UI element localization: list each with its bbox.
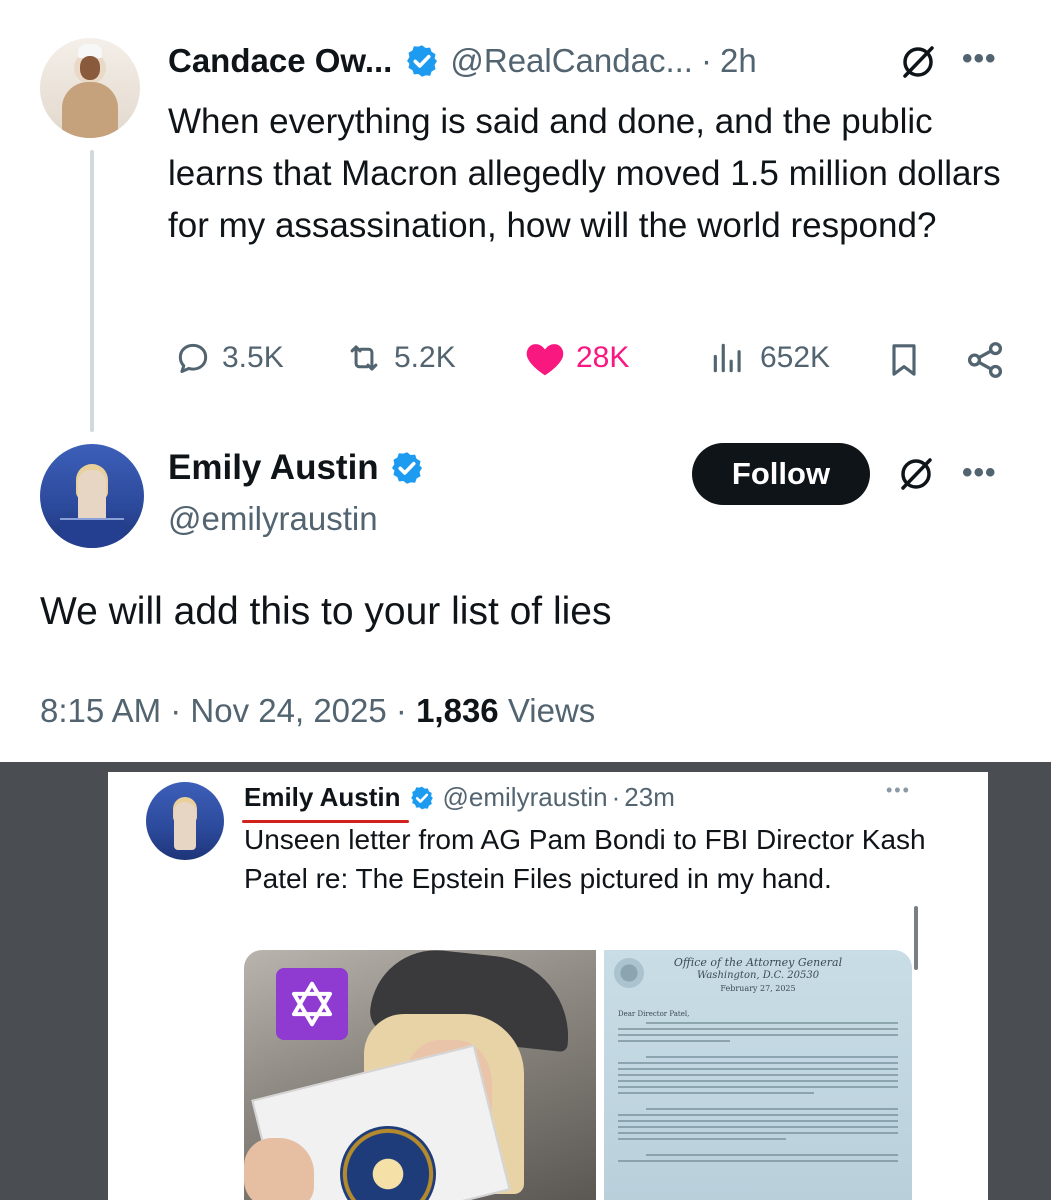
views-button[interactable]: 652K: [706, 336, 830, 380]
more-icon[interactable]: •••: [962, 456, 997, 490]
grok-icon[interactable]: [898, 42, 938, 82]
reply-count: 3.5K: [222, 341, 284, 374]
views-label: Views: [507, 692, 596, 729]
parent-tweet-text: When everything is said and done, and th…: [168, 102, 1001, 245]
follow-button[interactable]: Follow: [692, 443, 870, 505]
reply-icon: [178, 343, 208, 373]
views-count: 652K: [760, 341, 831, 374]
main-author-name-row: Emily Austin: [168, 448, 435, 488]
parent-author-name[interactable]: Candace Ow...: [168, 42, 392, 80]
embedded-scrollbar: [914, 906, 918, 970]
letter-date: February 27, 2025: [720, 984, 796, 993]
tweet-time[interactable]: 8:15 AM: [40, 692, 161, 729]
repost-count: 5.2K: [394, 341, 456, 374]
more-icon: •••: [886, 780, 911, 800]
letter-salutation: Dear Director Patel,: [618, 1010, 690, 1018]
meta-separator: ·: [170, 692, 182, 729]
parent-tweet-actions: 3.5K 5.2K 28K 652K: [168, 336, 1008, 380]
avatar-face: [80, 56, 100, 80]
parent-author-handle[interactable]: @RealCandac...: [450, 42, 693, 80]
star-of-david-icon: [291, 981, 333, 1027]
embedded-letter-image: Office of the Attorney General Washingto…: [604, 950, 912, 1200]
embedded-author-handle: @emilyraustin: [442, 782, 608, 812]
like-count: 28K: [576, 341, 630, 374]
repost-icon: [350, 345, 378, 371]
more-icon[interactable]: •••: [962, 42, 997, 76]
parent-tweet-header: Candace Ow... @RealCandac... · 2h: [168, 40, 757, 82]
bookmark-icon[interactable]: [884, 338, 924, 382]
thread-connector-line: [90, 150, 94, 432]
views-count-total: 1,836: [416, 692, 499, 729]
like-button[interactable]: 28K: [524, 336, 629, 380]
letter-body-lines: [618, 1022, 898, 1166]
letter-header-city: Washington, D.C. 20530: [696, 970, 820, 981]
main-tweet-text: We will add this to your list of lies: [40, 590, 612, 633]
verified-badge-icon: [407, 45, 438, 77]
verified-badge-icon: [391, 452, 422, 484]
reply-button[interactable]: 3.5K: [174, 336, 284, 380]
meta-separator: ·: [395, 692, 407, 729]
avatar-body: [62, 82, 118, 138]
embedded-selfie-photo: [244, 950, 596, 1200]
star-of-david-badge: [276, 968, 348, 1040]
header-separator: ·: [700, 42, 712, 79]
avatar-person: [174, 802, 196, 850]
main-tweet-meta: 8:15 AM · Nov 24, 2025 · 1,836 Views: [40, 692, 595, 730]
photo-hand: [244, 1138, 314, 1200]
share-icon[interactable]: [964, 338, 1006, 382]
main-author-avatar[interactable]: [40, 444, 144, 548]
letter-header-office: Office of the Attorney General: [673, 956, 843, 969]
avatar-podium: [60, 518, 124, 548]
verified-badge-icon: [410, 786, 433, 809]
repost-button[interactable]: 5.2K: [344, 336, 456, 380]
embedded-author-name-text: Emily Austin: [244, 782, 401, 812]
embedded-time: 23m: [624, 782, 675, 812]
embedded-author-avatar: [146, 782, 224, 860]
tweet-date[interactable]: Nov 24, 2025: [190, 692, 386, 729]
embedded-tweet-text: Unseen letter from AG Pam Bondi to FBI D…: [244, 824, 926, 894]
views-icon: [713, 343, 741, 373]
embedded-separator: ·: [611, 782, 621, 812]
grok-icon[interactable]: [896, 454, 936, 494]
like-icon: [526, 344, 564, 376]
embedded-tweet-screenshot[interactable]: Emily Austin @emilyraustin · 23m ••• Uns…: [108, 772, 988, 1200]
embedded-tweet-header: Emily Austin @emilyraustin · 23m: [242, 782, 675, 823]
parent-author-avatar[interactable]: [40, 38, 140, 138]
main-author-handle[interactable]: @emilyraustin: [168, 500, 378, 538]
embedded-author-name: Emily Austin: [242, 782, 409, 823]
main-author-name[interactable]: Emily Austin: [168, 448, 379, 488]
parent-tweet-time[interactable]: 2h: [720, 42, 757, 80]
